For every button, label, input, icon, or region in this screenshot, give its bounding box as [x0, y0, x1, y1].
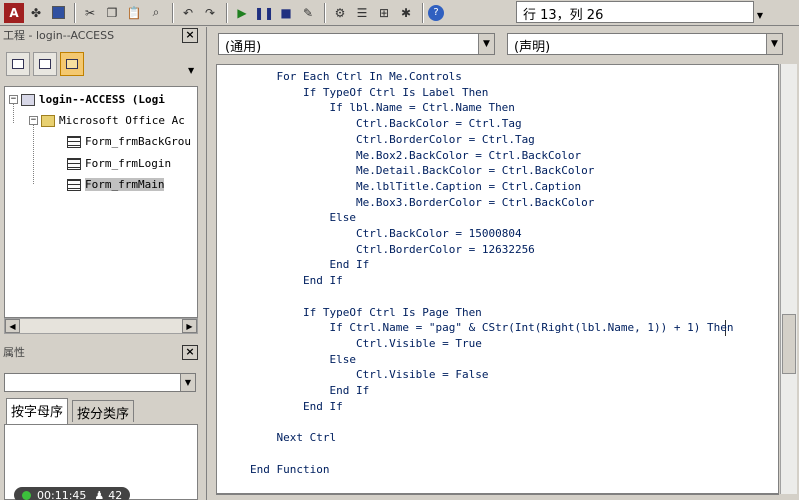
properties-object-select[interactable]: ▼ — [4, 373, 196, 392]
undo-icon[interactable]: ↶ — [178, 3, 198, 23]
properties-close-icon[interactable]: × — [182, 345, 198, 360]
code-line[interactable]: Next Ctrl — [277, 430, 337, 445]
form-icon — [67, 178, 81, 191]
project-close-icon[interactable]: × — [182, 28, 198, 43]
save-icon[interactable] — [48, 3, 68, 23]
project-panel-buttons — [6, 52, 87, 78]
code-line[interactable]: Me.Box2.BackColor = Ctrl.BackColor — [356, 148, 581, 163]
tab-alphabetic[interactable]: 按字母序 — [6, 398, 69, 424]
tree-folder-label: Microsoft Office Ac — [59, 114, 185, 127]
copy-icon[interactable]: ❐ — [102, 3, 122, 23]
code-line[interactable]: Ctrl.BackColor = 15000804 — [356, 226, 522, 241]
view-code-button[interactable] — [6, 52, 30, 76]
chevron-down-icon[interactable]: ▼ — [180, 374, 195, 391]
user-icon: ♟ — [94, 488, 105, 500]
cut-icon[interactable]: ✂ — [80, 3, 100, 23]
recorder-time: 00:11:45 — [37, 488, 87, 500]
tree-item-frmlogin[interactable]: Form_frmLogin — [67, 157, 171, 170]
properties-panel-title: 属性 — [3, 346, 25, 359]
record-icon — [22, 490, 31, 500]
pause-icon[interactable]: ❚❚ — [254, 3, 274, 23]
code-line[interactable]: Ctrl.BorderColor = 12632256 — [356, 242, 535, 257]
view-code-icon — [12, 59, 24, 69]
tree-item-label: Form_frmLogin — [85, 157, 172, 170]
code-line[interactable]: Else — [330, 210, 357, 225]
code-line[interactable]: Me.lblTitle.Caption = Ctrl.Caption — [356, 179, 581, 194]
run-icon[interactable]: ▶ — [232, 3, 252, 23]
module-icon[interactable]: ✤ — [26, 3, 46, 23]
object-combo[interactable]: (通用) ▼ — [218, 33, 495, 55]
stop-icon[interactable]: ■ — [276, 3, 296, 23]
code-line[interactable]: Ctrl.BackColor = Ctrl.Tag — [356, 116, 522, 131]
code-line[interactable]: Ctrl.Visible = True — [356, 336, 482, 351]
view-object-button[interactable] — [33, 52, 57, 76]
tree-item-label: Form_frmBackGrou — [85, 135, 191, 148]
project-panel-title: 工程 - login--ACCESS — [0, 27, 203, 44]
code-line[interactable]: Else — [330, 352, 357, 367]
code-line[interactable]: End Function — [250, 462, 329, 477]
form-icon — [67, 135, 81, 148]
recorder-count: 42 — [108, 488, 123, 500]
form-icon — [67, 157, 81, 170]
panel-scroll-icon[interactable]: ▼ — [188, 66, 194, 75]
code-line[interactable]: Me.Box3.BorderColor = Ctrl.BackColor — [356, 195, 594, 210]
toolbar-separator — [324, 2, 326, 23]
project-hscrollbar[interactable]: ◀ ▶ — [4, 318, 198, 334]
object-browser-icon[interactable]: ⊞ — [374, 3, 394, 23]
code-line[interactable]: End If — [303, 399, 343, 414]
tree-item-frmmain[interactable]: Form_frmMain — [67, 178, 165, 191]
code-line[interactable]: Me.Detail.BackColor = Ctrl.BackColor — [356, 163, 594, 178]
toolbar-separator — [172, 2, 174, 23]
code-line[interactable]: If lbl.Name = Ctrl.Name Then — [330, 100, 515, 115]
toolbar-separator — [226, 2, 228, 23]
access-icon[interactable]: A — [4, 2, 24, 23]
cursor-position-readout: 行 13，列 26 — [516, 1, 754, 23]
toggle-folders-button[interactable] — [60, 52, 84, 76]
project-icon[interactable]: ⚙ — [330, 3, 350, 23]
toolbar-overflow-icon[interactable]: ▼ — [754, 4, 766, 24]
scroll-left-icon[interactable]: ◀ — [5, 319, 20, 333]
project-tree: − login--ACCESS (Logi − Microsoft Office… — [4, 86, 198, 318]
recorder-overlay: 00:11:45 ♟ 42 — [14, 487, 131, 500]
code-hscrollbar[interactable] — [216, 494, 779, 500]
object-combo-value: (通用) — [225, 40, 262, 55]
tree-item-frmbackground[interactable]: Form_frmBackGrou — [67, 135, 191, 148]
code-line[interactable]: End If — [330, 257, 370, 272]
tree-item-label: Form_frmMain — [85, 178, 165, 191]
code-line[interactable]: Ctrl.BorderColor = Ctrl.Tag — [356, 132, 535, 147]
code-line[interactable]: If TypeOf Ctrl Is Label Then — [303, 85, 488, 100]
code-line[interactable]: If Ctrl.Name = "pag" & CStr(Int(Right(lb… — [330, 320, 734, 335]
project-icon — [21, 93, 35, 106]
scroll-right-icon[interactable]: ▶ — [182, 319, 197, 333]
code-line[interactable]: End If — [330, 383, 370, 398]
code-line[interactable]: End If — [303, 273, 343, 288]
redo-icon[interactable]: ↷ — [200, 3, 220, 23]
tree-root[interactable]: − login--ACCESS (Logi — [9, 93, 165, 106]
view-object-icon — [39, 59, 51, 69]
code-editor[interactable]: For Each Ctrl In Me.Controls If TypeOf Ct… — [216, 64, 779, 494]
toolbox-icon[interactable]: ✱ — [396, 3, 416, 23]
procedure-combo-value: (声明) — [514, 40, 551, 55]
chevron-down-icon[interactable]: ▼ — [478, 34, 494, 54]
code-vscrollbar[interactable] — [780, 64, 797, 494]
code-line[interactable]: Ctrl.Visible = False — [356, 367, 488, 382]
find-icon[interactable]: ⌕ — [146, 3, 166, 23]
code-line[interactable]: If TypeOf Ctrl Is Page Then — [303, 305, 482, 320]
paste-icon[interactable]: 📋 — [124, 3, 144, 23]
folder-icon — [41, 114, 55, 127]
tree-folder[interactable]: − Microsoft Office Ac — [29, 114, 185, 127]
code-line[interactable]: For Each Ctrl In Me.Controls — [277, 69, 462, 84]
design-icon[interactable]: ✎ — [298, 3, 318, 23]
tab-categorized[interactable]: 按分类序 — [72, 400, 135, 422]
procedure-combo[interactable]: (声明) ▼ — [507, 33, 783, 55]
toolbar-separator — [74, 2, 76, 23]
properties-icon[interactable]: ☰ — [352, 3, 372, 23]
folder-icon — [66, 59, 78, 69]
tree-root-label: login--ACCESS (Logi — [39, 93, 165, 106]
scroll-thumb[interactable] — [782, 314, 796, 374]
toolbar-separator — [422, 2, 424, 23]
chevron-down-icon[interactable]: ▼ — [766, 34, 782, 54]
help-icon[interactable]: ? — [428, 4, 444, 21]
